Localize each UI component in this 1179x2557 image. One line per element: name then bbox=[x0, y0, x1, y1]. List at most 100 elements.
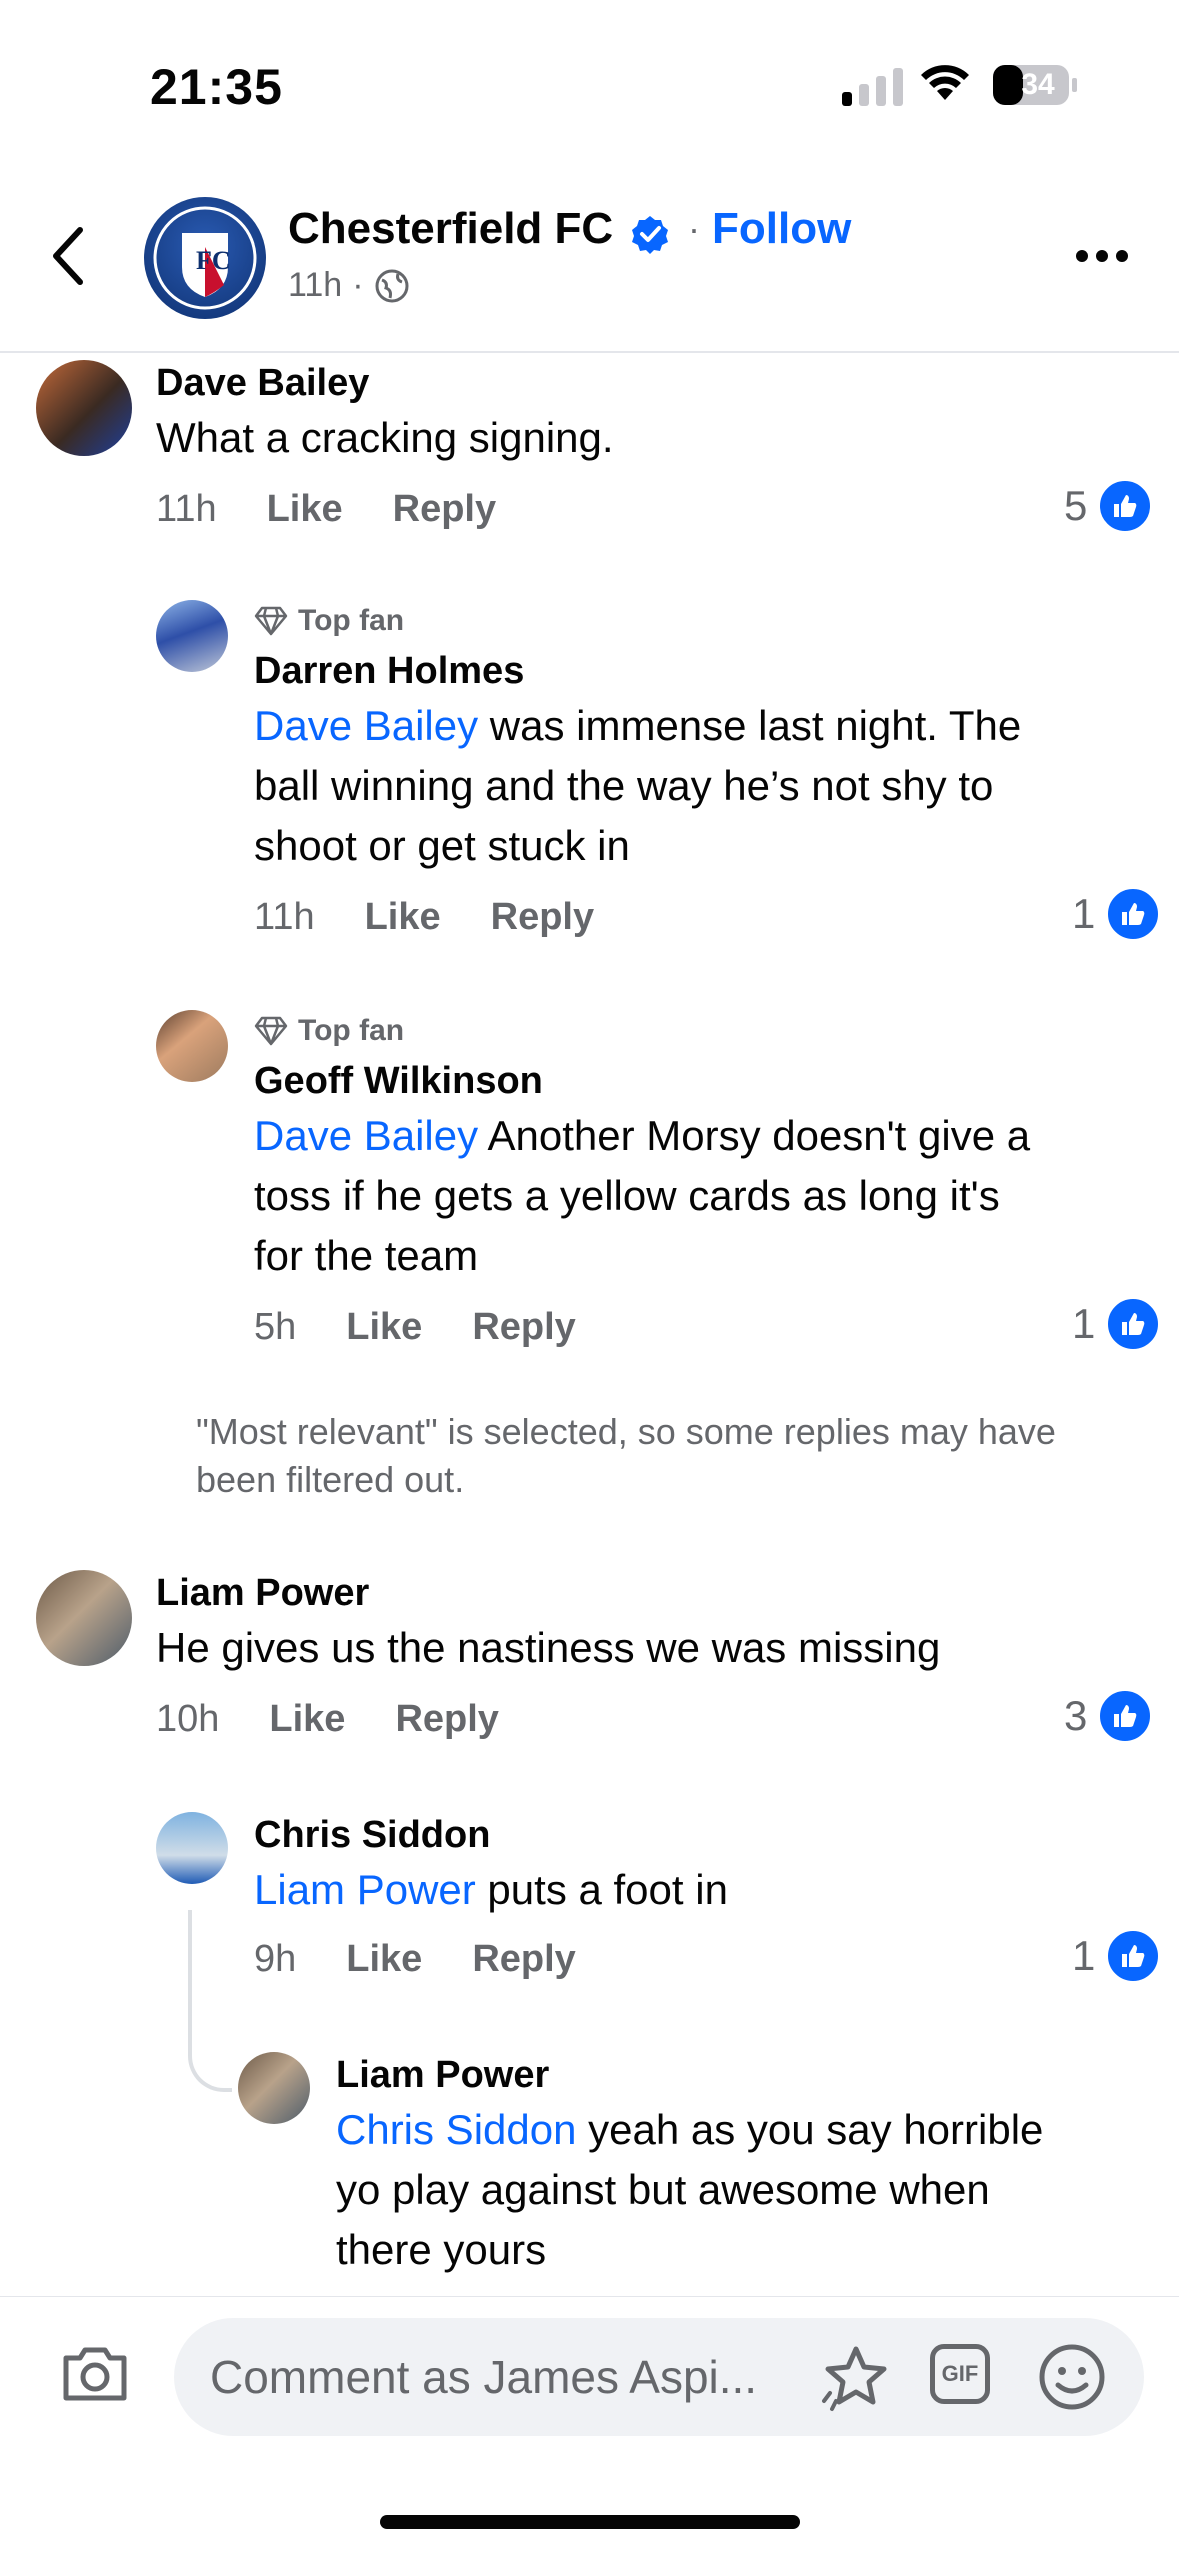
commenter-name[interactable]: Dave Bailey bbox=[156, 362, 369, 405]
more-icon-dot bbox=[1116, 250, 1128, 262]
emoji-icon bbox=[1039, 2344, 1105, 2410]
page-name[interactable]: Chesterfield FC bbox=[288, 204, 613, 254]
top-fan-badge: Top fan bbox=[254, 604, 404, 638]
reaction-count[interactable]: 1 bbox=[1072, 886, 1162, 942]
more-icon-dot bbox=[1096, 250, 1108, 262]
comment-text-line: there yours bbox=[336, 2226, 547, 2273]
badge-label: Top fan bbox=[298, 1014, 405, 1047]
avatar[interactable] bbox=[36, 360, 132, 456]
follow-button[interactable]: Follow bbox=[712, 204, 851, 254]
diamond-icon bbox=[254, 1016, 288, 1046]
comment-text-line: yeah as you say horrible bbox=[576, 2106, 1044, 2153]
camera-button[interactable] bbox=[60, 2344, 130, 2409]
avatar[interactable] bbox=[238, 2052, 310, 2124]
comment-text-line: ball winning and the way he’s not shy to bbox=[254, 762, 994, 809]
top-fan-badge: Top fan bbox=[254, 1014, 404, 1048]
thumbs-up-icon bbox=[1097, 478, 1154, 534]
comment-time: 9h bbox=[254, 1938, 297, 1980]
like-button[interactable]: Like bbox=[346, 1938, 422, 1981]
more-icon-dot bbox=[1076, 250, 1088, 262]
cellular-signal-icon bbox=[842, 66, 903, 106]
thumbs-up-icon bbox=[1097, 1688, 1154, 1744]
reaction-count[interactable]: 1 bbox=[1072, 1296, 1162, 1352]
more-options-button[interactable] bbox=[1076, 250, 1128, 262]
diamond-icon bbox=[254, 606, 288, 636]
avatar[interactable] bbox=[36, 1570, 132, 1666]
comment-actions: 9h Like Reply bbox=[254, 1938, 576, 1981]
globe-icon bbox=[375, 269, 409, 302]
battery-level: 34 bbox=[1021, 68, 1055, 101]
header-separator: · bbox=[688, 208, 700, 249]
avatar[interactable] bbox=[156, 1010, 228, 1082]
post-time: 11h bbox=[288, 266, 343, 304]
thumbs-up-icon bbox=[1105, 1928, 1162, 1984]
back-button[interactable] bbox=[48, 224, 88, 293]
comment-time: 5h bbox=[254, 1306, 297, 1348]
thread-connector bbox=[188, 1910, 232, 2092]
commenter-name[interactable]: Liam Power bbox=[336, 2054, 549, 2097]
commenter-name[interactable]: Darren Holmes bbox=[254, 650, 524, 693]
reply-button[interactable]: Reply bbox=[393, 488, 496, 531]
mention-link[interactable]: Chris Siddon bbox=[336, 2106, 576, 2153]
camera-icon bbox=[63, 2347, 127, 2401]
sticker-button[interactable] bbox=[820, 2341, 892, 2418]
comment-input[interactable] bbox=[210, 2318, 810, 2436]
reply-button[interactable]: Reply bbox=[472, 1938, 575, 1981]
reaction-count[interactable]: 5 bbox=[1064, 478, 1154, 534]
comment-text-line: was immense last night. The bbox=[478, 702, 1022, 749]
comment-text-line: puts a foot in bbox=[475, 1866, 728, 1913]
comment-actions: 11h Like Reply bbox=[254, 896, 594, 939]
comment-text-line: yo play against but awesome when bbox=[336, 2166, 990, 2213]
home-indicator[interactable] bbox=[380, 2515, 800, 2529]
like-count: 1 bbox=[1072, 1932, 1096, 1979]
filter-notice: "Most relevant" is selected, so some rep… bbox=[196, 1411, 1056, 1500]
like-count: 3 bbox=[1064, 1692, 1088, 1739]
commenter-name[interactable]: Geoff Wilkinson bbox=[254, 1060, 543, 1103]
chevron-left-icon bbox=[53, 227, 83, 285]
comment-input-container[interactable] bbox=[174, 2318, 1144, 2436]
comment-text: What a cracking signing. bbox=[156, 414, 614, 461]
club-crest-icon: FC bbox=[153, 206, 257, 310]
reply-button[interactable]: Reply bbox=[395, 1698, 498, 1741]
sticker-icon bbox=[822, 2346, 887, 2411]
header-divider bbox=[0, 351, 1179, 353]
mention-link[interactable]: Dave Bailey bbox=[254, 1112, 478, 1159]
comment-text-line: for the team bbox=[254, 1232, 479, 1279]
comment-text: Dave Bailey was immense last night. The … bbox=[254, 696, 1114, 876]
thumbs-up-icon bbox=[1105, 886, 1162, 942]
verified-badge-icon bbox=[630, 214, 670, 259]
reaction-count[interactable]: 1 bbox=[1072, 1928, 1162, 1984]
commenter-name[interactable]: Chris Siddon bbox=[254, 1814, 490, 1857]
commenter-name[interactable]: Liam Power bbox=[156, 1572, 369, 1615]
reaction-count[interactable]: 3 bbox=[1064, 1688, 1154, 1744]
like-button[interactable]: Like bbox=[365, 896, 441, 939]
comment-text: Dave Bailey Another Morsy doesn't give a… bbox=[254, 1106, 1134, 1286]
comment-text: Chris Siddon yeah as you say horrible yo… bbox=[336, 2100, 1136, 2280]
mention-link[interactable]: Liam Power bbox=[254, 1866, 476, 1913]
like-button[interactable]: Like bbox=[269, 1698, 345, 1741]
reply-button[interactable]: Reply bbox=[491, 896, 594, 939]
reply-button[interactable]: Reply bbox=[472, 1306, 575, 1349]
like-button[interactable]: Like bbox=[346, 1306, 422, 1349]
like-count: 1 bbox=[1072, 1300, 1096, 1347]
mention-link[interactable]: Dave Bailey bbox=[254, 702, 478, 749]
avatar[interactable] bbox=[156, 1812, 228, 1884]
comment-text-line: toss if he gets a yellow cards as long i… bbox=[254, 1172, 1000, 1219]
svg-text:FC: FC bbox=[196, 246, 231, 275]
comment-text: Liam Power puts a foot in bbox=[254, 1860, 728, 1920]
thumbs-up-icon bbox=[1105, 1296, 1162, 1352]
status-time: 21:35 bbox=[150, 59, 283, 115]
emoji-button[interactable] bbox=[1036, 2341, 1108, 2418]
avatar[interactable] bbox=[156, 600, 228, 672]
comment-time: 11h bbox=[254, 896, 315, 938]
badge-label: Top fan bbox=[298, 604, 405, 637]
gif-icon: GIF bbox=[930, 2344, 990, 2404]
like-button[interactable]: Like bbox=[267, 488, 343, 531]
comment-actions: 10h Like Reply bbox=[156, 1698, 499, 1741]
comment-actions: 5h Like Reply bbox=[254, 1306, 576, 1349]
gif-button[interactable]: GIF bbox=[930, 2344, 990, 2404]
comment-actions: 11h Like Reply bbox=[156, 488, 496, 531]
comment-text-line: shoot or get stuck in bbox=[254, 822, 630, 869]
like-count: 5 bbox=[1064, 482, 1088, 529]
page-avatar[interactable]: FC bbox=[144, 197, 266, 319]
